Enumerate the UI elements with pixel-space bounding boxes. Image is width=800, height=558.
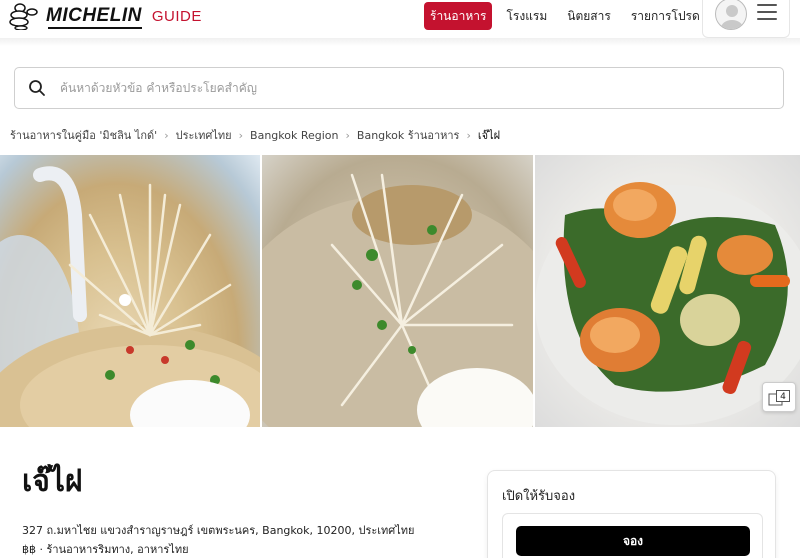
breadcrumb-bangkok-restaurants[interactable]: Bangkok ร้านอาหาร — [357, 126, 460, 144]
nav-magazine[interactable]: นิตยสาร — [561, 2, 617, 30]
hamburger-menu-icon[interactable] — [757, 4, 777, 22]
search-icon[interactable] — [28, 79, 46, 97]
breadcrumb: ร้านอาหารในคู่มือ 'มิชลิน ไกด์' › ประเทศ… — [10, 126, 500, 144]
booking-title: เปิดให้รับจอง — [502, 489, 576, 504]
photo-rice-porridge[interactable] — [0, 155, 261, 427]
nav-restaurants[interactable]: ร้านอาหาร — [424, 2, 493, 30]
breadcrumb-chevron-icon: › — [164, 128, 169, 142]
nav-favorites[interactable]: รายการโปรด — [625, 2, 706, 30]
michelin-guide-logo[interactable]: MICHELIN GUIDE — [8, 2, 202, 30]
site-header: MICHELIN GUIDE ร้านอาหาร โรงแรม นิตยสาร … — [0, 0, 800, 38]
guide-label: GUIDE — [151, 7, 202, 25]
nav-hotels[interactable]: โรงแรม — [500, 2, 553, 30]
restaurant-address: 327 ถ.มหาไชย แขวงสำราญราษฎร์ เขตพระนคร, … — [22, 524, 415, 537]
search-bar — [14, 67, 784, 109]
photo-stir-fried-prawns[interactable] — [534, 155, 800, 427]
photo-count-button[interactable]: 4 — [762, 382, 796, 412]
header-divider — [0, 38, 800, 46]
book-button[interactable]: จอง — [516, 526, 750, 556]
booking-panel: จอง — [502, 513, 763, 558]
main-nav: ร้านอาหาร โรงแรม นิตยสาร รายการโปรด — [424, 2, 706, 30]
michelin-wordmark: MICHELIN — [46, 5, 142, 29]
search-input[interactable] — [60, 81, 740, 95]
booking-card: เปิดให้รับจอง จอง — [487, 470, 776, 558]
breadcrumb-michelin-restaurants[interactable]: ร้านอาหารในคู่มือ 'มิชลิน ไกด์' — [10, 126, 157, 144]
breadcrumb-chevron-icon: › — [345, 128, 350, 142]
account-area — [702, 0, 790, 38]
user-avatar-icon[interactable] — [715, 0, 747, 30]
photo-count: 4 — [776, 390, 790, 402]
restaurant-price-cuisine: ฿฿ · ร้านอาหารริมทาง, อาหารไทย — [22, 543, 189, 556]
restaurant-name: เจ๊ไฝ — [22, 464, 83, 499]
photo-congee-with-egg[interactable] — [262, 155, 533, 427]
breadcrumb-thailand[interactable]: ประเทศไทย — [176, 126, 232, 144]
breadcrumb-current: เจ๊ไฝ — [477, 129, 501, 142]
breadcrumb-chevron-icon: › — [238, 128, 244, 142]
breadcrumb-bangkok-region[interactable]: Bangkok Region — [250, 129, 338, 142]
photo-gallery — [0, 155, 800, 427]
breadcrumb-chevron-icon: › — [466, 128, 471, 142]
michelin-man-icon — [8, 2, 42, 30]
